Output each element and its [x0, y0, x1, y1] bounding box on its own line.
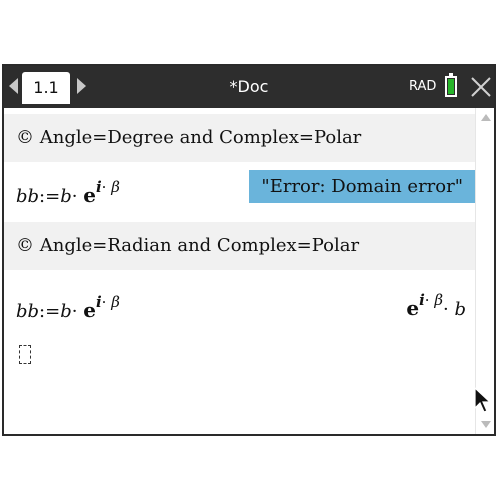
expr-base: e: [83, 298, 96, 322]
exp-dot: ·: [101, 293, 107, 311]
expr-base: e: [83, 183, 96, 207]
exp-beta: β: [111, 178, 120, 196]
exp-beta: β: [111, 293, 120, 311]
result-exp-beta: β: [434, 291, 443, 309]
input-expression: bb:=b· ei· β: [16, 278, 120, 336]
result-exponent: i· β: [419, 291, 443, 309]
expr-var: b: [60, 301, 72, 322]
expression-row[interactable]: bb:=b· ei· β "Error: Domain error": [4, 163, 480, 211]
result-var: b: [454, 299, 466, 320]
calculator-history: © Angle=Degree and Complex=Polar bb:=b· …: [4, 108, 480, 434]
expr-assign: :=: [39, 186, 61, 207]
comment-row[interactable]: © Angle=Degree and Complex=Polar: [4, 114, 480, 162]
error-result[interactable]: "Error: Domain error": [249, 170, 475, 203]
scroll-down-icon[interactable]: [481, 421, 491, 428]
expression-row[interactable]: bb:=b· ei· β ei· β· b: [4, 278, 480, 326]
calculator-window: 1.1 *Doc RAD © Angle=Degree and Complex=…: [2, 64, 496, 436]
battery-icon: [445, 73, 457, 97]
result-exp-dot: ·: [424, 291, 430, 309]
result-base: e: [406, 296, 420, 320]
comment-row[interactable]: © Angle=Radian and Complex=Polar: [4, 222, 480, 270]
expr-exponent: i· β: [96, 293, 120, 311]
close-icon[interactable]: [470, 76, 492, 98]
title-bar: 1.1 *Doc RAD: [4, 66, 494, 108]
result-dot: ·: [443, 299, 449, 320]
input-expression: bb:=b· ei· β: [16, 163, 120, 221]
expression-result[interactable]: ei· β· b: [406, 286, 466, 324]
exp-dot: ·: [101, 178, 107, 196]
battery-level: [448, 79, 454, 94]
expr-dot: ·: [71, 186, 78, 207]
expr-exponent: i· β: [96, 178, 120, 196]
expr-assign: :=: [39, 301, 61, 322]
scroll-up-icon[interactable]: [481, 114, 491, 121]
mouse-pointer-icon: [474, 386, 492, 413]
expr-lhs: bb: [16, 301, 40, 322]
expr-dot: ·: [71, 301, 78, 322]
angle-mode-indicator: RAD: [409, 79, 437, 94]
entry-line-input[interactable]: [19, 345, 31, 364]
expr-lhs: bb: [16, 186, 40, 207]
expr-var: b: [60, 186, 72, 207]
